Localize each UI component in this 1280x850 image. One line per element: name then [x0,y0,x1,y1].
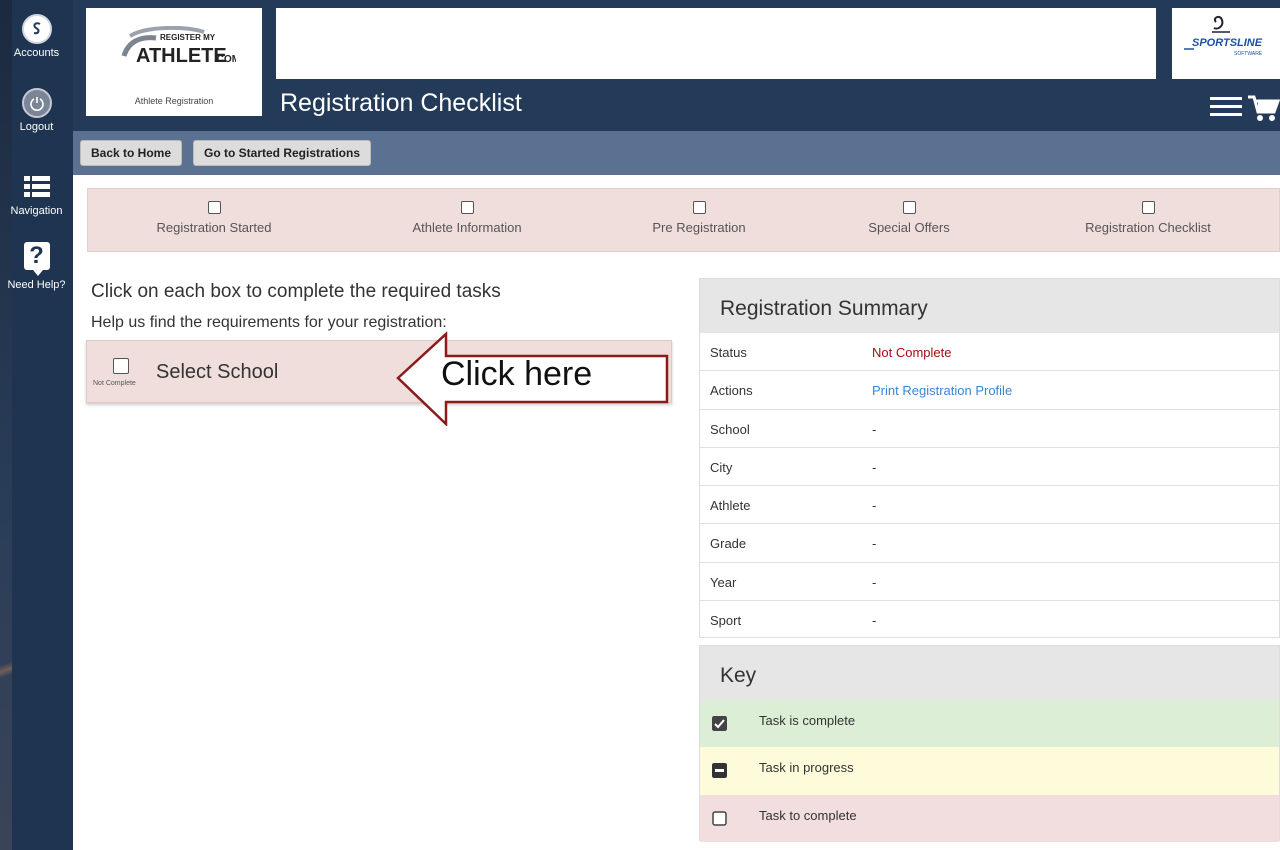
accounts-nav[interactable]: Accounts [0,14,73,59]
sportsline-logo-graphic: SPORTSLINE SOFTWARE [1184,15,1263,57]
step-checkbox-icon [207,201,221,214]
key-legend: Key Task is complete Task in progress Ta… [699,645,1280,842]
list-icon [23,176,50,197]
toolbar: Back to Home Go to Started Registrations [73,131,1280,175]
summary-row: Grade - [700,524,1279,563]
summary-value: - [872,498,877,513]
step-label: Registration Started [156,220,272,235]
summary-value: - [872,574,877,590]
empty-box-icon [712,810,727,826]
header-banner [276,8,1156,79]
summary-key: City [710,459,733,475]
help-label: Need Help? [7,279,66,291]
summary-row: City - [700,448,1279,486]
summary-value: - [872,536,877,552]
site-logo[interactable]: REGISTER MY ATHLETE .COM Athlete Registr… [86,8,262,116]
sportsline-logo[interactable]: SPORTSLINE SOFTWARE [1172,8,1280,79]
summary-value: - [872,612,877,628]
summary-key: School [710,421,750,437]
svg-text:.COM: .COM [214,54,236,65]
key-row-complete: Task is complete [700,700,1279,748]
task-checkbox-icon [113,358,129,374]
summary-key: Year [710,574,737,590]
print-profile-link[interactable]: Print Registration Profile [872,383,1012,398]
key-title: Key [700,646,1279,700]
summary-row: School - [700,410,1279,448]
summary-key: Sport [710,612,742,628]
step-registration-checklist[interactable]: Registration Checklist [1048,201,1248,235]
started-registrations-button[interactable]: Go to Started Registrations [193,140,372,166]
power-icon [21,88,52,118]
logo-subtitle: Athlete Registration [134,96,214,106]
accounts-icon [21,14,52,44]
key-label: Task to complete [759,807,857,823]
callout-text: Click here [441,355,593,393]
left-navigation: Accounts Logout Navigation ? Need Help? [0,0,73,850]
step-label: Athlete Information [412,220,522,235]
summary-value: - [872,421,877,437]
summary-row: Actions Print Registration Profile [700,371,1279,410]
logout-label: Logout [19,121,54,133]
key-row-todo: Task to complete [700,794,1279,842]
nav-decoration [0,640,12,700]
summary-key: Status [710,345,747,360]
svg-text:REGISTER MY: REGISTER MY [160,33,216,42]
navigation-label: Navigation [10,205,63,217]
header: REGISTER MY ATHLETE .COM Athlete Registr… [73,0,1280,131]
key-row-progress: Task in progress [700,747,1279,795]
step-registration-started[interactable]: Registration Started [114,201,314,235]
registration-summary: Registration Summary Status Not Complete… [699,278,1280,638]
key-label: Task is complete [759,713,856,728]
summary-row: Sport - [700,601,1279,639]
svg-text:SOFTWARE: SOFTWARE [1234,51,1263,57]
step-checkbox-icon [692,201,706,214]
hamburger-menu-icon[interactable] [1210,96,1242,118]
help-nav[interactable]: ? Need Help? [0,242,73,291]
summary-value: Not Complete [872,345,952,360]
accounts-label: Accounts [13,47,60,59]
navigation-nav[interactable]: Navigation [0,175,73,217]
summary-row: Status Not Complete [700,333,1279,372]
registermyathlete-logo: REGISTER MY ATHLETE .COM [121,26,236,67]
svg-text:SPORTSLINE: SPORTSLINE [1192,37,1263,49]
back-to-home-button[interactable]: Back to Home [80,140,183,166]
cart-icon[interactable] [1247,94,1280,122]
task-name: Select School [156,361,279,383]
key-label: Task in progress [759,760,854,776]
checked-box-icon [712,716,727,731]
summary-value: - [872,459,877,475]
summary-title: Registration Summary [700,279,1279,333]
step-label: Pre Registration [652,220,746,235]
registration-progress: Registration Started Athlete Information… [87,188,1280,252]
page-title: Registration Checklist [280,89,522,117]
step-athlete-information[interactable]: Athlete Information [367,201,567,235]
task-status: Not Complete [93,380,136,387]
step-checkbox-icon [1141,201,1155,214]
instruction-text: Click on each box to complete the requir… [91,281,501,302]
step-special-offers[interactable]: Special Offers [809,201,1009,235]
summary-row: Athlete - [700,486,1279,525]
step-pre-registration[interactable]: Pre Registration [599,201,799,235]
summary-row: Year - [700,563,1279,601]
step-checkbox-icon [902,201,916,214]
logout-nav[interactable]: Logout [0,88,73,133]
step-checkbox-icon [460,201,474,214]
summary-key: Athlete [710,498,751,513]
summary-key: Actions [710,383,753,399]
help-icon: ? [23,242,50,276]
partial-box-icon [712,763,727,779]
step-label: Special Offers [868,220,950,235]
step-label: Registration Checklist [1085,220,1211,235]
summary-key: Grade [710,536,747,552]
